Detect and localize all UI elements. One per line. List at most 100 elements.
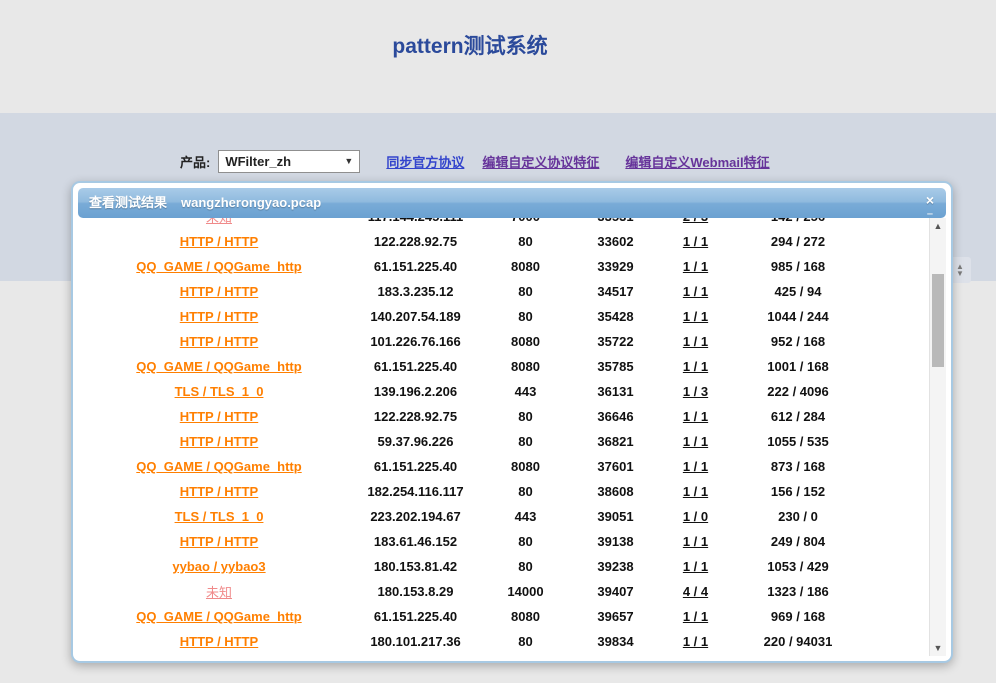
protocol-link[interactable]: QQ_GAME / QQGame_http (136, 459, 301, 474)
bytes-cell: 985 / 168 (733, 259, 863, 274)
protocol-link[interactable]: HTTP / HTTP (180, 409, 258, 424)
ratio-link[interactable]: 2 / 3 (683, 218, 708, 224)
ratio-link[interactable]: 1 / 1 (683, 284, 708, 299)
ratio-cell: 4 / 4 (658, 584, 733, 599)
port-cell: 443 (478, 384, 573, 399)
protocol-link[interactable]: 未知 (206, 218, 232, 225)
ratio-link[interactable]: 4 / 4 (683, 584, 708, 599)
port-cell: 80 (478, 284, 573, 299)
port-value: 80 (518, 309, 532, 324)
stream-cell: 39407 (573, 584, 658, 599)
protocol-link[interactable]: HTTP / HTTP (180, 484, 258, 499)
protocol-link[interactable]: QQ_GAME / QQGame_http (136, 609, 301, 624)
table-row: QQ_GAME / QQGame_http61.151.225.40808033… (85, 254, 927, 279)
ip-value: 182.254.116.117 (367, 484, 463, 499)
port-value: 80 (518, 484, 532, 499)
ip-cell: 101.226.76.166 (353, 334, 478, 349)
port-cell: 80 (478, 434, 573, 449)
table-row: HTTP / HTTP101.226.76.1668080357221 / 19… (85, 329, 927, 354)
protocol-cell: HTTP / HTTP (85, 434, 353, 449)
protocol-link[interactable]: TLS / TLS_1_0 (175, 384, 264, 399)
protocol-link[interactable]: 未知 (206, 585, 232, 600)
protocol-cell: HTTP / HTTP (85, 409, 353, 424)
stream-value: 37601 (597, 459, 633, 474)
ip-value: 122.228.92.75 (374, 409, 457, 424)
table-row: TLS / TLS_1_0139.196.2.206443361311 / 32… (85, 379, 927, 404)
product-label: 产品: (180, 152, 210, 171)
table-row: 未知117.144.245.1117000335312 / 3142 / 256 (85, 218, 927, 229)
protocol-link[interactable]: TLS / TLS_1_0 (175, 509, 264, 524)
port-cell: 14000 (478, 584, 573, 599)
ip-value: 183.3.235.12 (378, 284, 454, 299)
port-cell: 8080 (478, 359, 573, 374)
ratio-link[interactable]: 1 / 1 (683, 434, 708, 449)
ratio-cell: 1 / 1 (658, 634, 733, 649)
ratio-cell: 1 / 1 (658, 309, 733, 324)
bytes-cell: 222 / 4096 (733, 384, 863, 399)
protocol-cell: HTTP / HTTP (85, 284, 353, 299)
ratio-link[interactable]: 1 / 1 (683, 634, 708, 649)
stream-value: 35428 (597, 309, 633, 324)
dialog-titlebar[interactable]: 查看测试结果wangzherongyao.pcap × – (78, 188, 946, 218)
port-value: 14000 (507, 584, 543, 599)
protocol-link[interactable]: HTTP / HTTP (180, 334, 258, 349)
test-results-dialog: 查看测试结果wangzherongyao.pcap × – 未知117.144.… (71, 181, 953, 663)
protocol-link[interactable]: HTTP / HTTP (180, 634, 258, 649)
stream-cell: 39657 (573, 609, 658, 624)
protocol-link[interactable]: yybao / yybao3 (172, 559, 265, 574)
protocol-link[interactable]: HTTP / HTTP (180, 234, 258, 249)
ratio-link[interactable]: 1 / 1 (683, 484, 708, 499)
protocol-link[interactable]: HTTP / HTTP (180, 284, 258, 299)
stream-cell: 39238 (573, 559, 658, 574)
ip-cell: 183.3.235.12 (353, 284, 478, 299)
dialog-filename: wangzherongyao.pcap (181, 195, 321, 210)
edit-custom-webmail-link[interactable]: 编辑自定义Webmail特征 (625, 152, 769, 171)
bytes-value: 222 / 4096 (767, 384, 828, 399)
bytes-cell: 220 / 94031 (733, 634, 863, 649)
ratio-cell: 1 / 1 (658, 359, 733, 374)
protocol-cell: 未知 (85, 218, 353, 226)
dialog-scrollbar[interactable]: ▲ ▼ (929, 218, 946, 656)
edit-custom-protocol-link[interactable]: 编辑自定义协议特征 (482, 152, 599, 171)
protocol-link[interactable]: HTTP / HTTP (180, 309, 258, 324)
product-select-value: WFilter_zh (225, 154, 291, 169)
protocol-link[interactable]: HTTP / HTTP (180, 534, 258, 549)
protocol-link[interactable]: HTTP / HTTP (180, 434, 258, 449)
ratio-link[interactable]: 1 / 1 (683, 409, 708, 424)
stream-value: 35722 (597, 334, 633, 349)
protocol-link[interactable]: QQ_GAME / QQGame_http (136, 359, 301, 374)
ratio-link[interactable]: 1 / 1 (683, 309, 708, 324)
ratio-link[interactable]: 1 / 1 (683, 459, 708, 474)
ratio-link[interactable]: 1 / 1 (683, 334, 708, 349)
stream-value: 36646 (597, 409, 633, 424)
port-value: 8080 (511, 609, 540, 624)
ratio-link[interactable]: 1 / 1 (683, 609, 708, 624)
ratio-link[interactable]: 1 / 1 (683, 559, 708, 574)
stream-value: 39834 (597, 634, 633, 649)
port-value: 443 (515, 384, 537, 399)
protocol-link[interactable]: QQ_GAME / QQGame_http (136, 259, 301, 274)
ratio-cell: 2 / 3 (658, 218, 733, 224)
product-select[interactable]: WFilter_zh ▼ (218, 150, 360, 173)
close-icon[interactable]: × (926, 192, 934, 208)
ip-cell: 180.153.81.42 (353, 559, 478, 574)
ratio-link[interactable]: 1 / 1 (683, 534, 708, 549)
port-value: 80 (518, 634, 532, 649)
sync-official-protocol-link[interactable]: 同步官方协议 (386, 152, 464, 171)
ratio-cell: 1 / 0 (658, 509, 733, 524)
protocol-cell: HTTP / HTTP (85, 634, 353, 649)
bytes-cell: 952 / 168 (733, 334, 863, 349)
ratio-link[interactable]: 1 / 1 (683, 359, 708, 374)
ip-value: 180.101.217.36 (370, 634, 460, 649)
scrollbar-thumb[interactable] (932, 274, 944, 367)
port-value: 443 (515, 509, 537, 524)
table-row: HTTP / HTTP 180.101.217.36 80 39834 1 / 1 220… (85, 629, 927, 654)
scrollbar-down-icon[interactable]: ▼ (930, 643, 946, 653)
stream-cell: 39834 (573, 634, 658, 649)
ratio-link[interactable]: 1 / 3 (683, 384, 708, 399)
scrollbar-up-icon[interactable]: ▲ (930, 221, 946, 231)
protocol-cell: HTTP / HTTP (85, 534, 353, 549)
ratio-link[interactable]: 1 / 1 (683, 234, 708, 249)
ratio-link[interactable]: 1 / 1 (683, 259, 708, 274)
ratio-link[interactable]: 1 / 0 (683, 509, 708, 524)
